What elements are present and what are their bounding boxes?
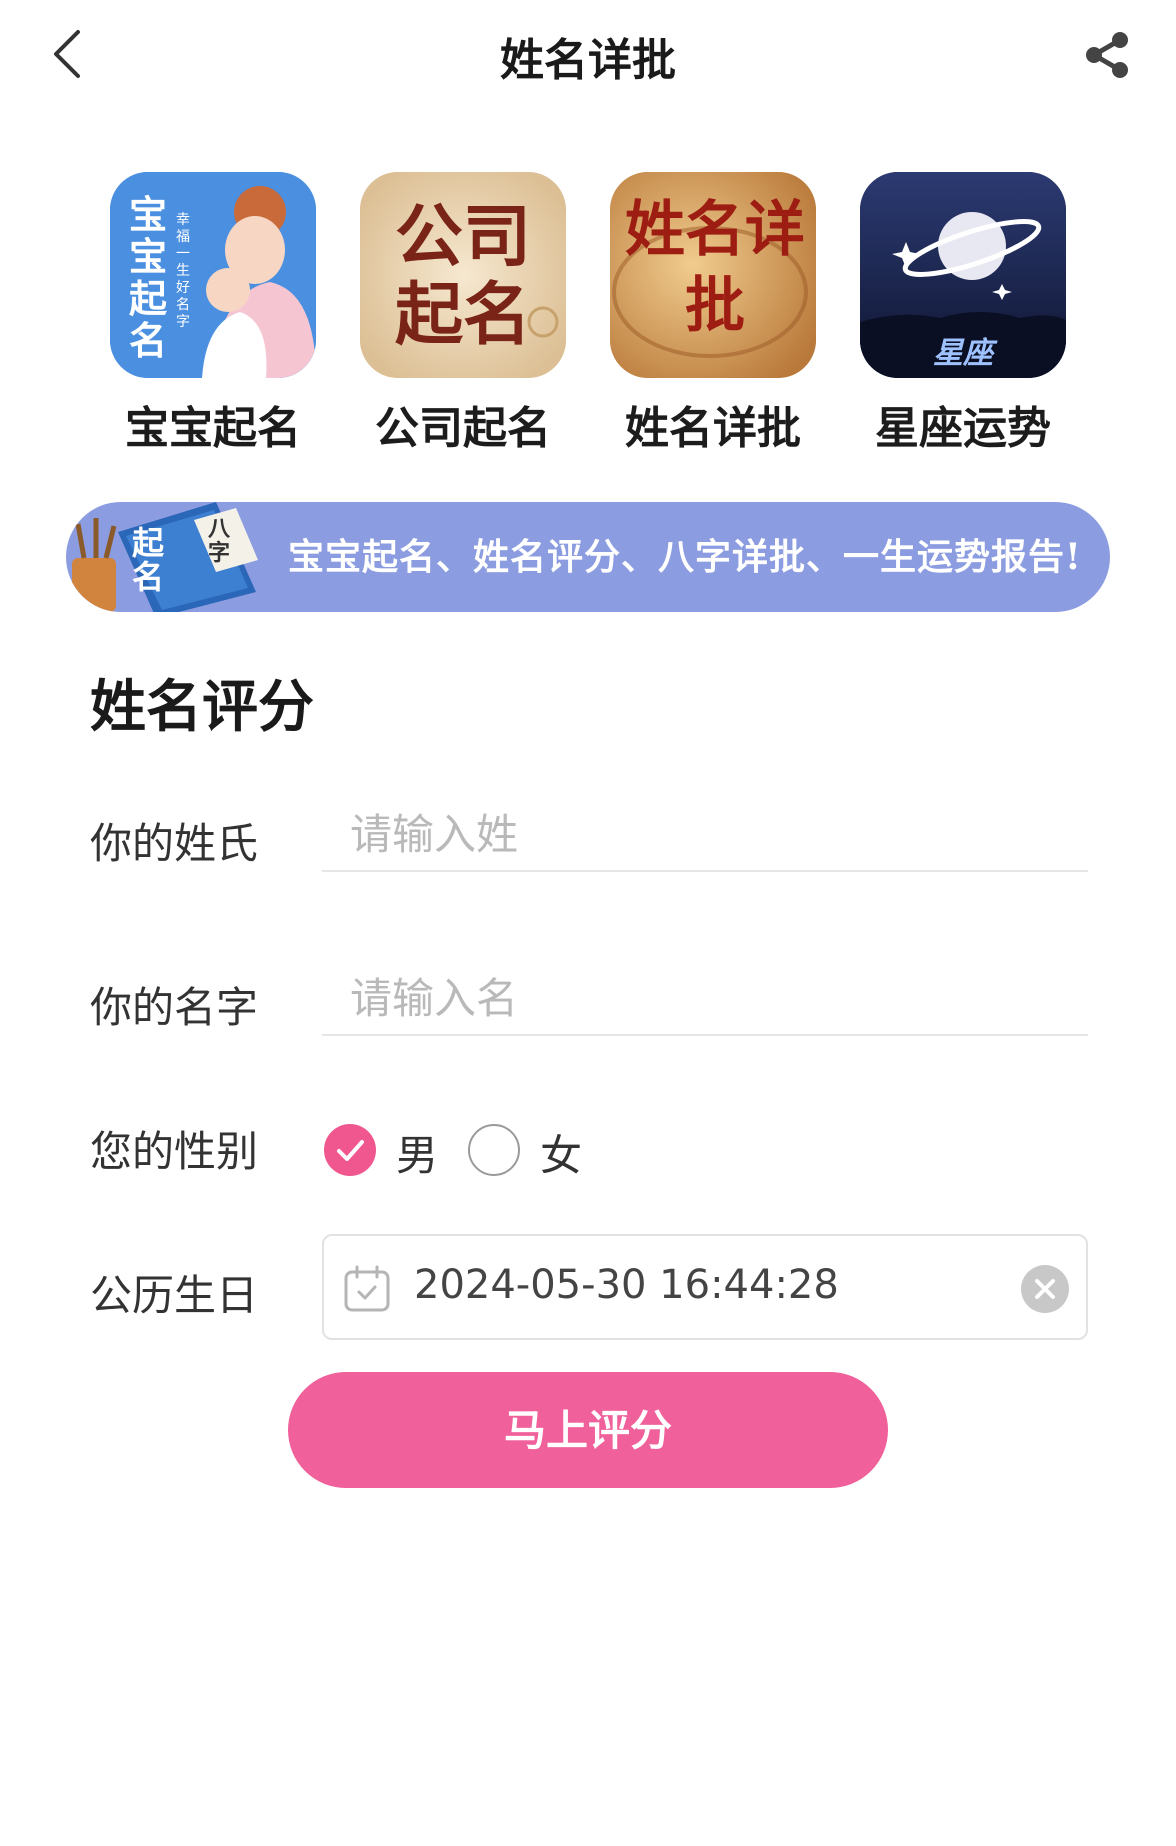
gender-male-label[interactable]: 男 [396, 1122, 438, 1183]
clear-date-button[interactable] [1020, 1264, 1070, 1314]
gender-label: 您的性别 [90, 1127, 259, 1176]
surname-input[interactable] [322, 798, 1088, 872]
birthday-picker[interactable]: 2024-05-30 16:44:28 [322, 1234, 1088, 1340]
clear-icon [1021, 1265, 1069, 1313]
app-label: 姓名详批 [625, 403, 801, 454]
baby-naming-icon-text: 宝宝起名 [128, 192, 167, 363]
app-company-naming[interactable]: 公司起名 公司起名 [338, 172, 588, 456]
given-name-label: 你的名字 [90, 983, 259, 1032]
promo-banner[interactable]: 起名 八字 宝宝起名、姓名评分、八字详批、一生运势报告! [66, 502, 1110, 612]
gender-female-radio[interactable] [468, 1124, 520, 1176]
company-naming-icon-text: 公司起名 [394, 197, 531, 355]
company-naming-icon: 公司起名 [360, 172, 566, 378]
baby-naming-icon-subtext: 幸福一生好名字 [176, 212, 190, 330]
app-shortcuts: 宝宝起名 幸福一生好名字 宝宝起名 公司起名 公司起名 姓名详批 姓名详批 星座… [0, 172, 1176, 462]
gender-female-label[interactable]: 女 [540, 1122, 582, 1183]
banner-book-side-text: 八字 [208, 517, 231, 566]
page-title: 姓名详批 [500, 35, 676, 86]
baby-naming-icon: 宝宝起名 幸福一生好名字 [110, 172, 316, 378]
birthday-label: 公历生日 [90, 1271, 259, 1320]
app-horoscope[interactable]: 星座 星座运势 [838, 172, 1088, 456]
gender-male-radio[interactable] [324, 1124, 376, 1176]
birthday-value: 2024-05-30 16:44:28 [414, 1262, 839, 1308]
section-title: 姓名评分 [90, 675, 314, 740]
banner-book-text: 起名 [132, 524, 165, 596]
given-name-input[interactable] [322, 962, 1088, 1036]
horoscope-icon: 星座 [860, 172, 1066, 378]
calendar-icon [344, 1265, 390, 1312]
name-analysis-icon-text: 姓名详批 [625, 195, 805, 341]
share-icon [1086, 32, 1128, 78]
app-name-analysis[interactable]: 姓名详批 姓名详批 [588, 172, 838, 456]
book-icon: 起名 八字 [66, 502, 266, 612]
app-baby-naming[interactable]: 宝宝起名 幸福一生好名字 宝宝起名 [88, 172, 338, 456]
checkmark-icon [337, 1140, 364, 1161]
name-analysis-icon: 姓名详批 [610, 172, 816, 378]
surname-label: 你的姓氏 [90, 819, 259, 868]
app-label: 公司起名 [375, 403, 551, 454]
app-label: 星座运势 [875, 403, 1051, 454]
horoscope-icon-text: 星座 [933, 336, 993, 371]
submit-score-button[interactable]: 马上评分 [288, 1372, 888, 1488]
share-button[interactable] [1084, 30, 1130, 80]
banner-text: 宝宝起名、姓名评分、八字详批、一生运势报告! [288, 536, 1082, 578]
app-label: 宝宝起名 [125, 403, 301, 454]
top-bar: 姓名详批 [0, 0, 1176, 110]
